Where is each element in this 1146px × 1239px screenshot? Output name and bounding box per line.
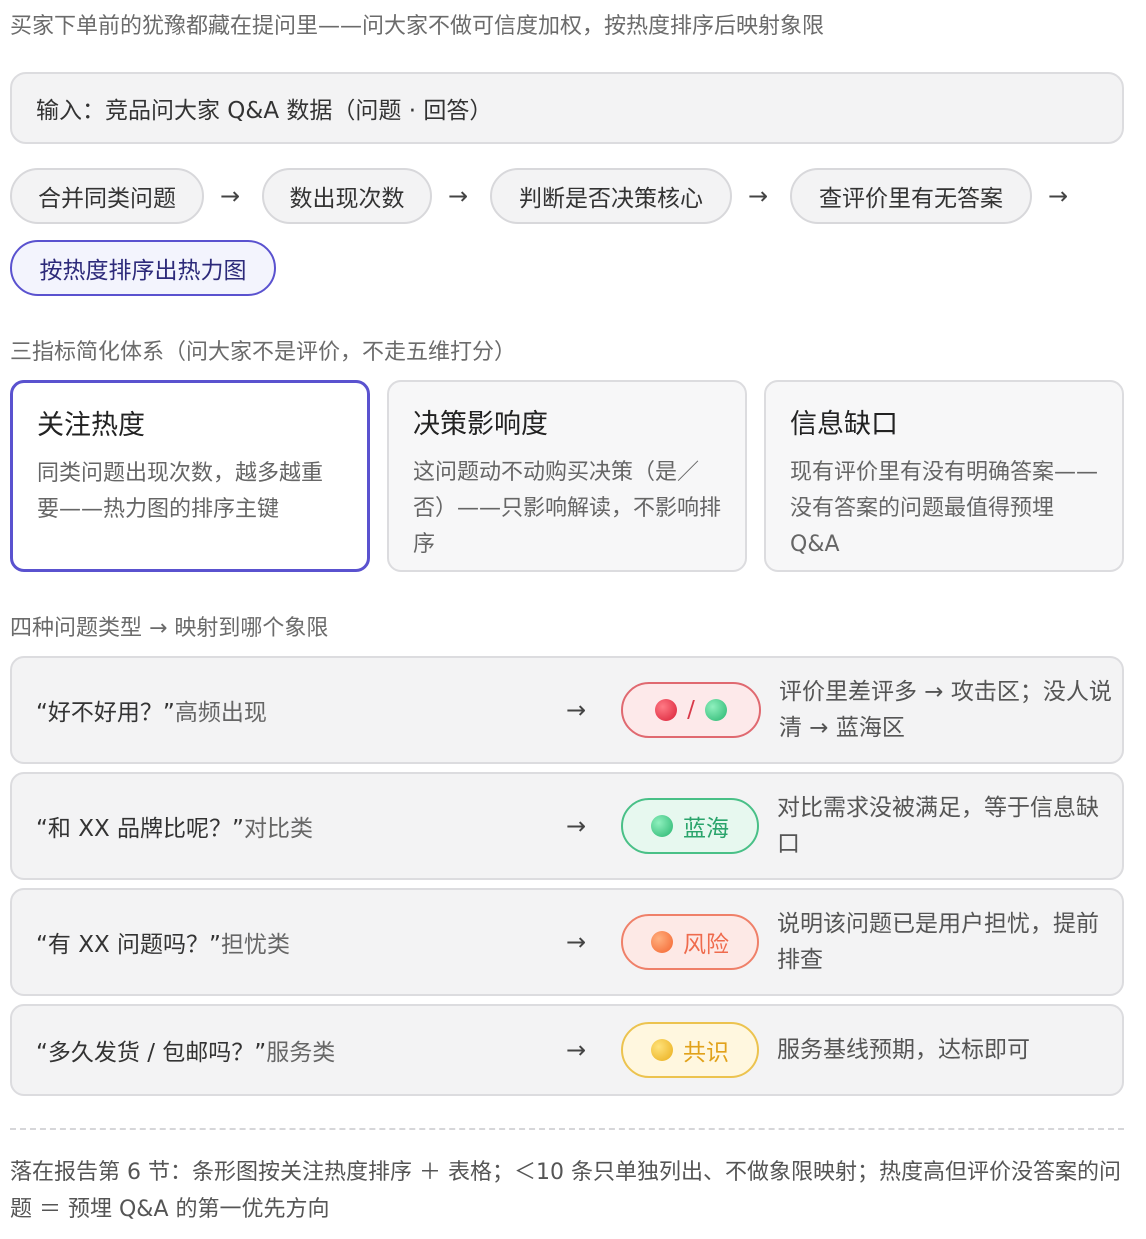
flow-arrow: →: [448, 182, 469, 210]
question-text: “和 XX 品牌比呢？”: [36, 816, 244, 842]
row-arrow: →: [566, 928, 587, 956]
flow-arrow: →: [748, 182, 769, 210]
metrics-section-label: 三指标简化体系（问大家不是评价，不走五维打分）: [10, 340, 517, 365]
question-category: 高频出现: [174, 700, 267, 726]
question-category: 对比类: [243, 816, 313, 842]
metric-card-decision: 决策影响度 这问题动不动购买决策（是／否）——只影响解读，不影响排序: [387, 380, 747, 572]
footer-note: 落在报告第 6 节：条形图按关注热度排序 ＋ 表格；＜10 条只单独列出、不做象…: [10, 1160, 1121, 1222]
orange-dot-icon: [651, 931, 673, 953]
metric-title: 决策影响度: [413, 409, 548, 440]
quadrant-pill-consensus: 共识: [621, 1022, 759, 1078]
question-quote: “多久发货 / 包邮吗？” 服务类: [36, 1006, 335, 1094]
metric-desc: 现有评价里有没有明确答案——没有答案的问题最值得预埋 Q&A: [790, 460, 1099, 557]
quadrant-label: 风险: [683, 932, 729, 958]
quadrant-pill-attack-or-blue: /: [621, 682, 761, 738]
green-dot-icon: [651, 815, 673, 837]
diagram-subtitle: 买家下单前的犹豫都藏在提问里——问大家不做可信度加权，按热度排序后映射象限: [10, 14, 825, 39]
quadrant-separator: /: [687, 697, 695, 723]
flow-step-heatmap: 按热度排序出热力图: [10, 240, 276, 296]
quadrant-label: 共识: [683, 1040, 729, 1066]
metric-card-info-gap: 信息缺口 现有评价里有没有明确答案——没有答案的问题最值得预埋 Q&A: [764, 380, 1124, 572]
input-label: 输入：竞品问大家 Q&A 数据（问题 · 回答）: [36, 98, 493, 124]
flow-step-count: 数出现次数: [262, 168, 432, 224]
question-type-row: “有 XX 问题吗？” 担忧类 → 风险 说明该问题已是用户担忧，提前排查: [10, 888, 1124, 996]
question-quote: “好不好用？” 高频出现: [36, 658, 267, 762]
yellow-dot-icon: [651, 1039, 673, 1061]
question-type-row: “多久发货 / 包邮吗？” 服务类 → 共识 服务基线预期，达标即可: [10, 1004, 1124, 1096]
row-description: 对比需求没被满足，等于信息缺口: [777, 795, 1099, 857]
question-category: 服务类: [266, 1040, 336, 1066]
row-arrow: →: [566, 812, 587, 840]
flow-step-judge: 判断是否决策核心: [490, 168, 732, 224]
row-arrow: →: [566, 1036, 587, 1064]
flow-step-label: 查评价里有无答案: [819, 186, 1003, 212]
metric-desc: 这问题动不动购买决策（是／否）——只影响解读，不影响排序: [413, 460, 722, 557]
row-arrow: →: [566, 696, 587, 724]
question-text: “好不好用？”: [36, 700, 175, 726]
question-quote: “有 XX 问题吗？” 担忧类: [36, 890, 290, 994]
flow-arrow: →: [1048, 182, 1069, 210]
metric-desc: 同类问题出现次数，越多越重要——热力图的排序主键: [37, 461, 324, 522]
quadrant-pill-risk: 风险: [621, 914, 759, 970]
metric-card-attention: 关注热度 同类问题出现次数，越多越重要——热力图的排序主键: [10, 380, 370, 572]
question-type-row: “好不好用？” 高频出现 → / 评价里差评多 → 攻击区；没人说清 → 蓝海区: [10, 656, 1124, 764]
question-type-row: “和 XX 品牌比呢？” 对比类 → 蓝海 对比需求没被满足，等于信息缺口: [10, 772, 1124, 880]
quadrant-label: 蓝海: [683, 816, 729, 842]
metric-title: 信息缺口: [790, 409, 898, 440]
dashed-divider: [10, 1128, 1124, 1130]
row-description: 服务基线预期，达标即可: [777, 1037, 1030, 1063]
flow-step-merge: 合并同类问题: [10, 168, 204, 224]
flow-step-label: 数出现次数: [289, 186, 405, 212]
input-box: 输入：竞品问大家 Q&A 数据（问题 · 回答）: [10, 72, 1124, 144]
flow-step-label: 合并同类问题: [38, 186, 176, 212]
question-text: “有 XX 问题吗？”: [36, 932, 221, 958]
flow-step-check: 查评价里有无答案: [790, 168, 1032, 224]
flow-step-label: 按热度排序出热力图: [39, 258, 247, 284]
row-description: 说明该问题已是用户担忧，提前排查: [777, 911, 1099, 973]
row-description: 评价里差评多 → 攻击区；没人说清 → 蓝海区: [779, 679, 1112, 741]
flow-step-label: 判断是否决策核心: [519, 186, 703, 212]
types-section-label: 四种问题类型 → 映射到哪个象限: [10, 616, 329, 641]
metric-title: 关注热度: [37, 410, 145, 441]
question-category: 担忧类: [220, 932, 290, 958]
quadrant-pill-blue-ocean: 蓝海: [621, 798, 759, 854]
question-text: “多久发货 / 包邮吗？”: [36, 1040, 267, 1066]
flow-arrow: →: [220, 182, 241, 210]
red-dot-icon: [655, 699, 678, 721]
question-quote: “和 XX 品牌比呢？” 对比类: [36, 774, 313, 878]
green-dot-icon: [704, 699, 727, 721]
